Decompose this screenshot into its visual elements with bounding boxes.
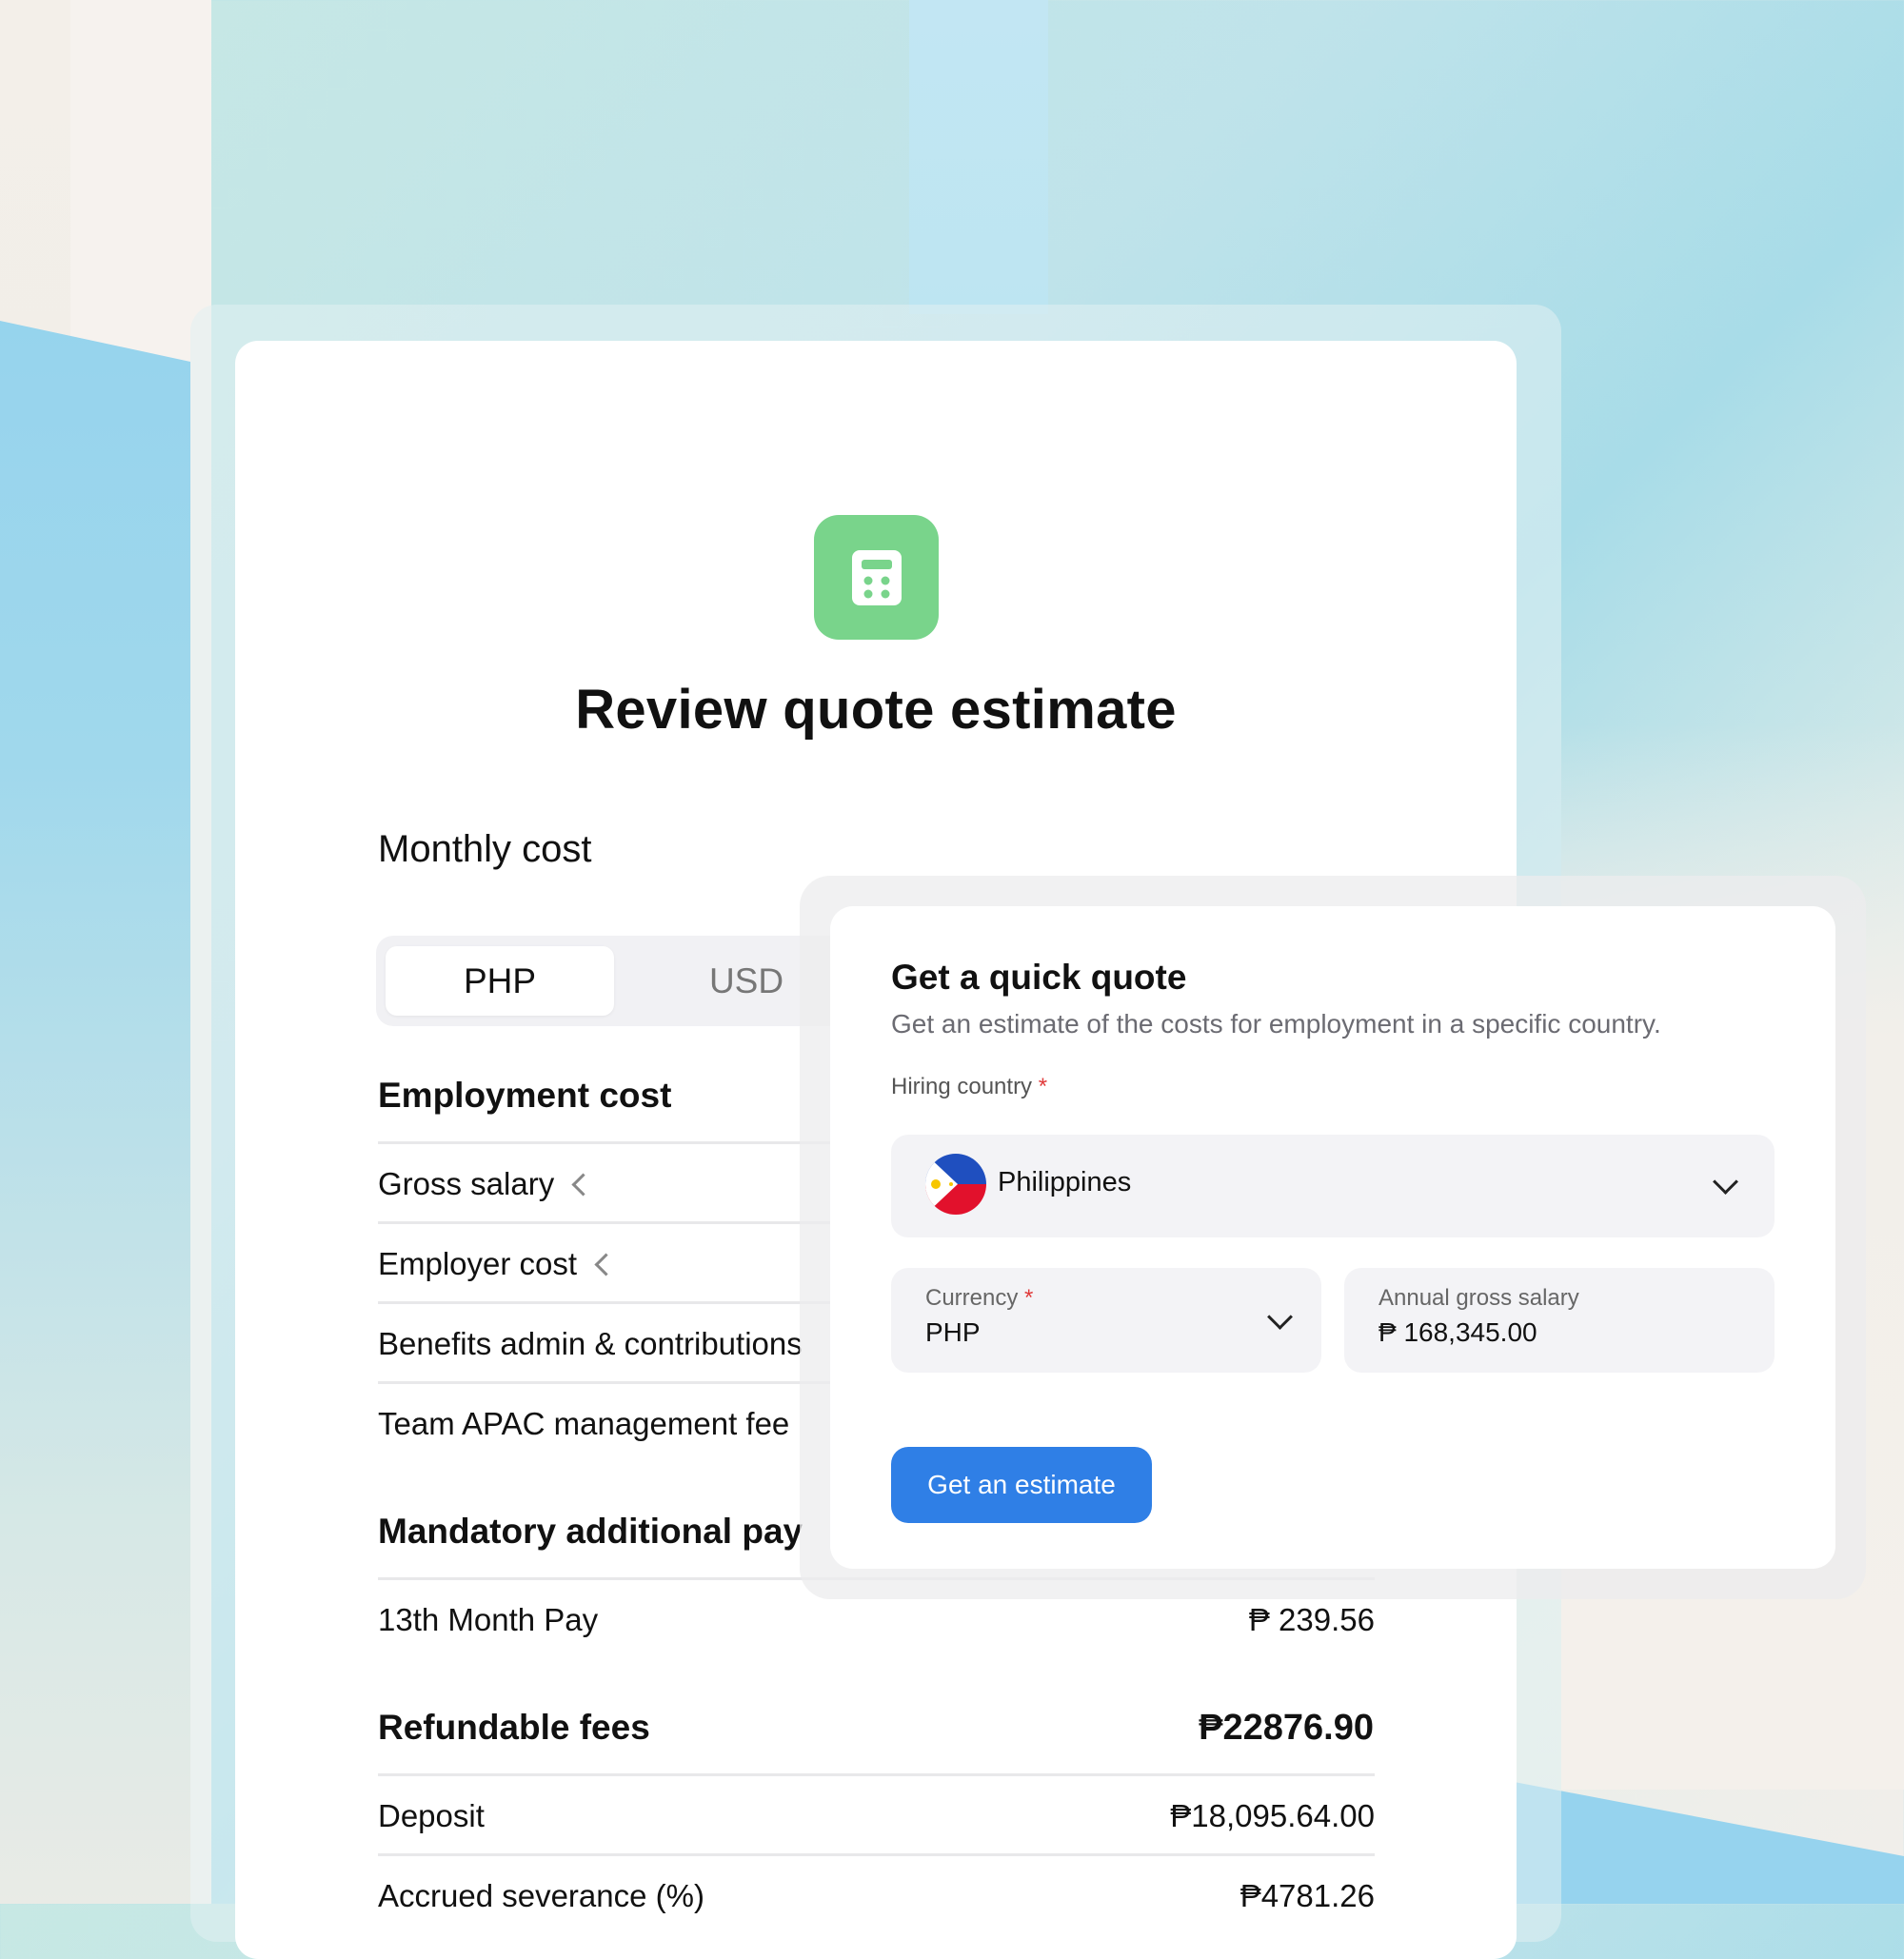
background-strip <box>909 0 1048 314</box>
currency-select[interactable]: Currency * PHP <box>891 1268 1321 1373</box>
monthly-cost-heading: Monthly cost <box>378 828 592 870</box>
salary-value: ₱ 168,345.00 <box>1378 1317 1537 1347</box>
row-label: Team APAC management fee <box>378 1406 790 1441</box>
employment-cost-heading: Employment cost <box>378 1076 672 1115</box>
annual-salary-input[interactable]: Annual gross salary ₱ 168,345.00 <box>1344 1268 1775 1373</box>
row-value: ₱18,095.64.00 <box>1170 1798 1375 1833</box>
refundable-fees-heading: Refundable fees <box>378 1708 650 1747</box>
calculator-icon <box>851 549 902 605</box>
required-mark: * <box>1024 1285 1034 1311</box>
row-label: Accrued severance (%) <box>378 1878 704 1913</box>
hiring-country-label-text: Hiring country <box>891 1074 1033 1099</box>
currency-toggle-php[interactable]: PHP <box>386 946 614 1016</box>
chevron-down-icon <box>1267 1304 1293 1330</box>
row-label: Deposit <box>378 1798 485 1833</box>
currency-label-text: Currency <box>925 1285 1019 1311</box>
calculator-badge <box>814 515 939 640</box>
currency-value: PHP <box>925 1317 981 1347</box>
salary-label: Annual gross salary <box>1378 1285 1579 1311</box>
cost-row-deposit: Deposit ₱18,095.64.00 <box>378 1773 1375 1856</box>
hiring-country-select[interactable]: Philippines <box>891 1135 1775 1237</box>
currency-label: Currency * <box>925 1285 1033 1312</box>
quote-subtitle: Get an estimate of the costs for employm… <box>891 1009 1661 1039</box>
page-title: Review quote estimate <box>575 679 1177 741</box>
background-right-blue <box>1504 1780 1904 1904</box>
row-label: Employer cost <box>378 1246 578 1281</box>
row-value: ₱4781.26 <box>1240 1878 1375 1913</box>
mandatory-pay-heading: Mandatory additional pay <box>378 1512 803 1551</box>
row-label: 13th Month Pay <box>378 1602 599 1637</box>
chevron-left-icon[interactable] <box>571 1172 595 1197</box>
required-mark: * <box>1038 1074 1048 1099</box>
currency-toggle: PHP USD <box>376 936 852 1026</box>
quote-title: Get a quick quote <box>891 958 1187 997</box>
hiring-country-label: Hiring country * <box>891 1074 1047 1100</box>
chevron-down-icon <box>1713 1169 1738 1195</box>
philippines-flag-icon <box>925 1154 986 1215</box>
cost-row-severance: Accrued severance (%) ₱4781.26 <box>378 1853 1375 1936</box>
row-label: Gross salary <box>378 1166 555 1201</box>
refundable-fees-total: ₱22876.90 <box>1199 1708 1374 1748</box>
chevron-left-icon[interactable] <box>594 1252 618 1276</box>
row-value: ₱ 239.56 <box>1248 1602 1375 1637</box>
get-estimate-button[interactable]: Get an estimate <box>891 1447 1152 1523</box>
row-label: Benefits admin & contributions <box>378 1326 803 1361</box>
country-value: Philippines <box>998 1167 1132 1197</box>
